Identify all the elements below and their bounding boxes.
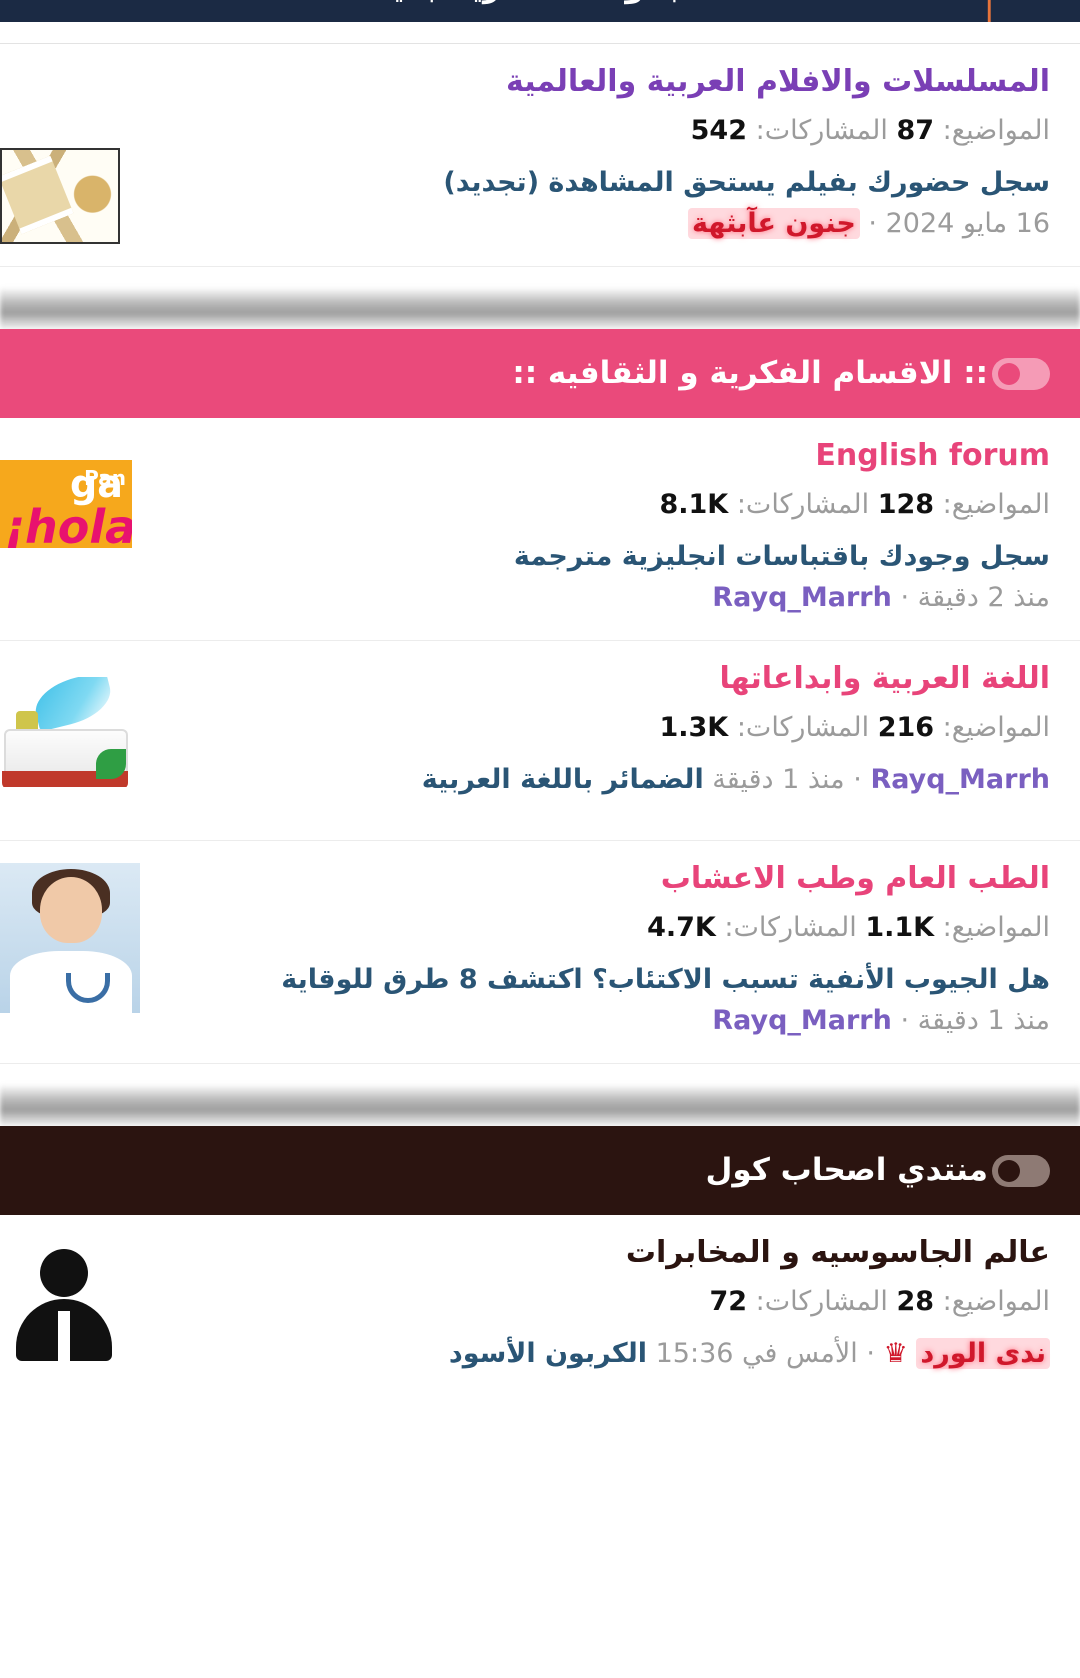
category-separator (0, 1064, 1080, 1127)
toggle-knob-icon (998, 362, 1020, 385)
last-post-title-link[interactable]: الكربون الأسود (449, 1338, 647, 1369)
forum-title-link[interactable]: English forum (180, 436, 1050, 477)
posts-value: 8.1K (659, 488, 729, 520)
toggle-knob-icon (998, 1159, 1020, 1182)
last-post-info: Rayq_Marrh · منذ 1 دقيقة الضمائر باللغة … (180, 760, 1050, 801)
film-reel-thumbnail (0, 148, 120, 244)
last-post-info: سجل وجودك باقتباسات انجليزية مترجمة منذ … (180, 537, 1050, 618)
last-post-title-link[interactable]: هل الجيوب الأنفية تسبب الاكتئاب؟ اكتشف 8… (281, 964, 1050, 995)
posts-value: 72 (709, 1285, 748, 1317)
category-header-intellectual[interactable]: :: الاقسام الفكرية و الثقافيه :: (0, 329, 1080, 419)
last-post-date: منذ 1 دقيقة (712, 764, 845, 796)
posts-value: 4.7K (647, 911, 716, 943)
top-strip-accent-glyph: | (984, 0, 995, 22)
last-post-info: سجل حضورك بفيلم يستحق المشاهدة (تجديد) 1… (180, 163, 1050, 244)
hola-banner-thumbnail: Pan ga ¡hola! (0, 460, 132, 549)
forum-stats: المواضيع: 216 المشاركات: 1.3K (180, 708, 1050, 749)
last-post-separator: · (853, 764, 862, 796)
top-navigation-strip: مجموعات حصرية جديد | (0, 0, 1080, 22)
posts-label: المشاركات: (755, 114, 888, 146)
forum-title-link[interactable]: الطب العام وطب الاعشاب (180, 859, 1050, 900)
topics-label: المواضيع: (942, 488, 1050, 520)
forum-row[interactable]: Pan ga ¡hola! English forum المواضيع: 12… (0, 418, 1080, 642)
posts-value: 1.3K (659, 711, 729, 743)
posts-label: المشاركات: (736, 711, 870, 743)
topics-label: المواضيع: (942, 911, 1050, 943)
posts-value: 542 (690, 114, 748, 146)
forum-row[interactable]: عالم الجاسوسيه و المخابرات المواضيع: 28 … (0, 1215, 1080, 1416)
last-post-date: 16 مايو 2024 (885, 207, 1050, 239)
last-post-title-link[interactable]: الضمائر باللغة العربية (422, 764, 704, 795)
posts-label: المشاركات: (736, 488, 870, 520)
forum-title-link[interactable]: المسلسلات والافلام العربية والعالمية (180, 62, 1050, 103)
category-header-cool-friends[interactable]: منتدي اصحاب كول (0, 1126, 1080, 1216)
forum-row[interactable]: المسلسلات والافلام العربية والعالمية الم… (0, 44, 1080, 267)
crown-icon: ♛ (883, 1338, 908, 1370)
topics-label: المواضيع: (942, 1285, 1050, 1317)
last-post-date: الأمس في 15:36 (655, 1338, 858, 1370)
last-post-info: هل الجيوب الأنفية تسبب الاكتئاب؟ اكتشف 8… (180, 960, 1050, 1041)
book-feather-thumbnail (0, 677, 130, 788)
top-divider (0, 22, 1080, 44)
posts-label: المشاركات: (724, 911, 857, 943)
posts-label: المشاركات: (755, 1285, 888, 1317)
topics-label: المواضيع: (942, 114, 1050, 146)
default-avatar-thumbnail (0, 1241, 128, 1368)
forum-title-link[interactable]: عالم الجاسوسيه و المخابرات (180, 1233, 1050, 1274)
topics-value: 128 (877, 488, 935, 520)
forum-stats: المواضيع: 128 المشاركات: 8.1K (180, 485, 1050, 526)
last-post-separator: · (868, 207, 877, 239)
forum-stats: المواضيع: 1.1K المشاركات: 4.7K (180, 908, 1050, 949)
last-post-separator: · (900, 1004, 910, 1036)
collapse-toggle[interactable] (992, 1154, 1050, 1187)
topics-value: 87 (896, 114, 935, 146)
forum-row[interactable]: اللغة العربية وابداعاتها المواضيع: 216 ا… (0, 641, 1080, 842)
last-post-separator: · (900, 581, 910, 613)
category-separator (0, 267, 1080, 329)
last-post-info: ندى الورد ♛ · الأمس في 15:36 الكربون الأ… (180, 1334, 1050, 1375)
doctor-photo-thumbnail (0, 863, 140, 1014)
last-post-separator: · (866, 1338, 875, 1370)
forum-title-link[interactable]: اللغة العربية وابداعاتها (180, 659, 1050, 700)
topics-value: 1.1K (865, 911, 935, 943)
top-strip-text: مجموعات حصرية جديد (0, 0, 1080, 5)
topics-value: 28 (896, 1285, 935, 1317)
collapse-toggle[interactable] (992, 357, 1050, 390)
forum-stats: المواضيع: 28 المشاركات: 72 (180, 1282, 1050, 1323)
last-post-username-link[interactable]: ندى الورد (916, 1338, 1050, 1370)
forum-stats: المواضيع: 87 المشاركات: 542 (180, 111, 1050, 152)
last-post-username-link[interactable]: Rayq_Marrh (712, 582, 892, 613)
forum-row[interactable]: الطب العام وطب الاعشاب المواضيع: 1.1K ال… (0, 841, 1080, 1065)
last-post-username-link[interactable]: Rayq_Marrh (870, 764, 1050, 795)
topics-label: المواضيع: (942, 711, 1050, 743)
last-post-title-link[interactable]: سجل حضورك بفيلم يستحق المشاهدة (تجديد) (443, 167, 1050, 198)
last-post-title-link[interactable]: سجل وجودك باقتباسات انجليزية مترجمة (514, 541, 1050, 572)
category-title: منتدي اصحاب كول (705, 1152, 988, 1189)
category-title: :: الاقسام الفكرية و الثقافيه :: (512, 355, 988, 391)
forum-index-page: مجموعات حصرية جديد | المسلسلات والافلام … (0, 0, 1080, 1678)
last-post-username-link[interactable]: جنون عآبثهة (688, 207, 860, 239)
last-post-date: منذ 1 دقيقة (917, 1004, 1050, 1036)
topics-value: 216 (877, 711, 935, 743)
last-post-username-link[interactable]: Rayq_Marrh (712, 1005, 892, 1036)
last-post-date: منذ 2 دقيقة (917, 581, 1050, 613)
